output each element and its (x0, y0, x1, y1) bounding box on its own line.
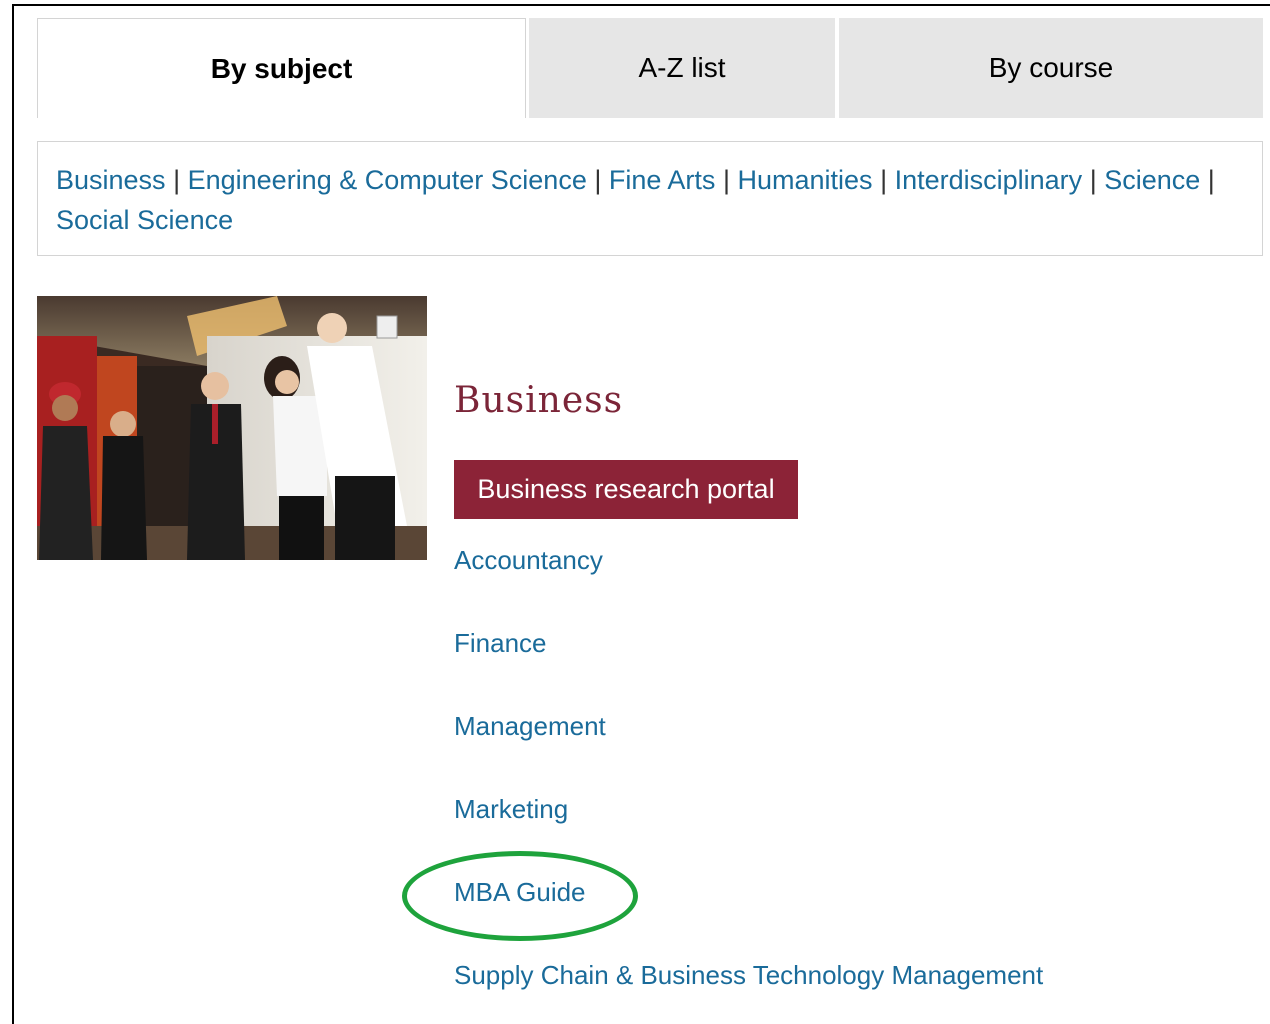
tab-a-z-list[interactable]: A-Z list (529, 18, 835, 118)
separator: | (722, 165, 730, 195)
tab-by-subject[interactable]: By subject (37, 18, 526, 118)
subject-link-engineering[interactable]: Engineering & Computer Science (188, 165, 587, 195)
subject-nav: Business | Engineering & Computer Scienc… (37, 141, 1263, 256)
separator: | (1207, 165, 1215, 195)
guide-link-finance[interactable]: Finance (454, 628, 547, 659)
guide-link-accountancy[interactable]: Accountancy (454, 545, 603, 576)
subject-link-social-science[interactable]: Social Science (56, 205, 233, 235)
guide-link-marketing[interactable]: Marketing (454, 794, 568, 825)
separator: | (880, 165, 888, 195)
subject-link-fine-arts[interactable]: Fine Arts (609, 165, 716, 195)
separator: | (173, 165, 181, 195)
subject-link-interdisciplinary[interactable]: Interdisciplinary (895, 165, 1083, 195)
subject-link-humanities[interactable]: Humanities (737, 165, 872, 195)
tab-by-course[interactable]: By course (839, 18, 1263, 118)
guide-link-mba-guide[interactable]: MBA Guide (454, 877, 586, 908)
separator: | (1089, 165, 1097, 195)
section-heading: Business (454, 380, 624, 421)
separator: | (594, 165, 602, 195)
guide-link-supply-chain[interactable]: Supply Chain & Business Technology Manag… (454, 960, 1043, 991)
subject-link-business[interactable]: Business (56, 165, 166, 195)
business-research-portal-button[interactable]: Business research portal (454, 460, 798, 519)
tab-bar: By subject A-Z list By course (37, 18, 1263, 118)
business-students-photo (37, 296, 427, 560)
guide-link-management[interactable]: Management (454, 711, 606, 742)
subject-link-science[interactable]: Science (1104, 165, 1200, 195)
